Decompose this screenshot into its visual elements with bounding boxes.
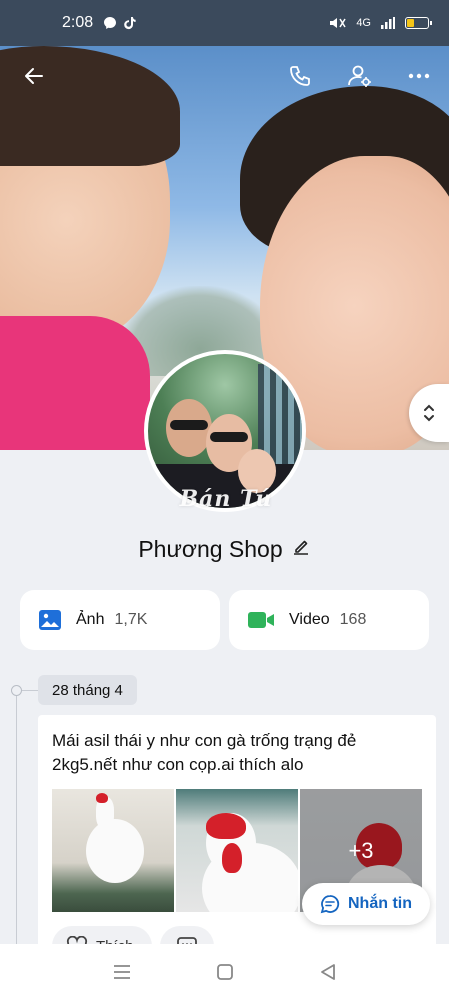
recent-apps-button[interactable] [102, 952, 142, 992]
profile-settings-icon [348, 65, 371, 87]
post-image-1[interactable] [52, 789, 174, 912]
chevron-updown-icon [424, 404, 434, 422]
profile-name-row: Phương Shop [0, 536, 449, 563]
videos-card[interactable]: Video 168 [229, 590, 429, 650]
pencil-icon [293, 540, 308, 555]
video-camera-icon [248, 612, 274, 628]
photo-icon [39, 610, 61, 630]
timeline-date: 28 tháng 4 [38, 675, 137, 705]
signal-icon [381, 17, 395, 29]
phone-icon [290, 66, 310, 86]
edit-name-button[interactable] [291, 536, 311, 563]
post-image-2[interactable] [176, 789, 298, 912]
home-button[interactable] [205, 952, 245, 992]
triangle-back-icon [320, 964, 335, 980]
more-button[interactable] [401, 58, 437, 94]
photos-label: Ảnh [76, 611, 105, 628]
watermark: Bán Tú [179, 486, 273, 512]
messenger-icon [104, 17, 117, 29]
profile-name: Phương Shop [138, 536, 283, 562]
chat-bubble-icon [320, 895, 340, 914]
photos-card[interactable]: Ảnh 1,7K [20, 590, 220, 650]
timeline-dot [11, 685, 22, 696]
videos-label: Video [289, 611, 330, 628]
post-text: Mái asil thái y như con gà trống trạng đ… [52, 731, 357, 774]
timeline-connector [22, 690, 38, 691]
more-icon [408, 73, 430, 79]
profile-settings-button[interactable] [342, 58, 378, 94]
square-icon [216, 964, 233, 980]
battery-fill [407, 19, 414, 27]
call-button[interactable] [282, 58, 318, 94]
mute-icon [330, 18, 346, 28]
tiktok-icon [124, 17, 136, 30]
status-bar: 2:08 4G [0, 0, 449, 46]
photos-count: 1,7K [114, 611, 148, 628]
message-button[interactable]: Nhắn tin [302, 883, 430, 925]
system-nav-bar [0, 944, 449, 1000]
menu-lines-icon [113, 965, 130, 979]
notification-icons [103, 16, 137, 30]
cover-toolbar [0, 52, 449, 98]
timeline-line [16, 690, 17, 950]
status-right: 4G [328, 16, 432, 30]
network-label: 4G [356, 17, 371, 29]
system-back-button[interactable] [308, 952, 348, 992]
back-button[interactable] [16, 58, 52, 94]
back-arrow-icon [25, 68, 43, 84]
videos-count: 168 [339, 611, 367, 628]
status-time: 2:08 [62, 14, 94, 31]
battery-icon [405, 17, 432, 29]
message-label: Nhắn tin [348, 895, 412, 912]
